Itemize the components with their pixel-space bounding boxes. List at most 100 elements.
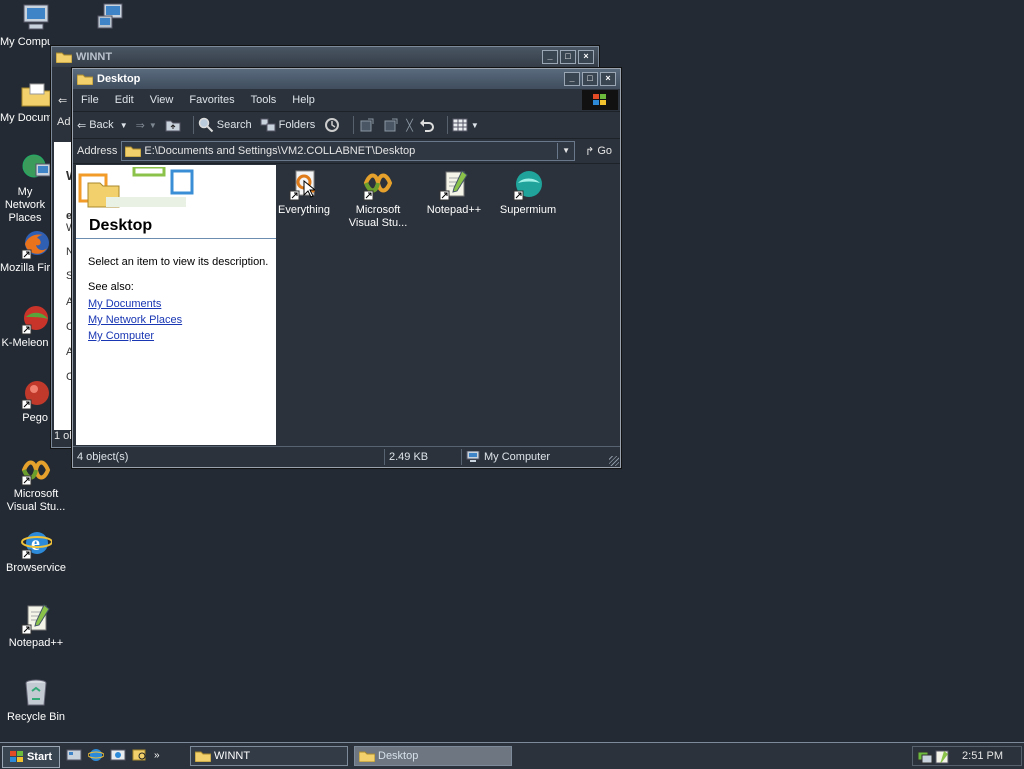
desktop-icon-notepadpp[interactable]: Notepad++ — [0, 603, 72, 650]
file-label: Everything — [278, 204, 330, 216]
outlook-express-icon[interactable] — [110, 747, 126, 763]
folder-icon — [359, 751, 375, 762]
desktop-icon-label: My Network Places — [4, 186, 46, 224]
up-folder-button[interactable] — [165, 118, 181, 132]
quick-launch: » — [66, 747, 160, 763]
menu-file[interactable]: File — [73, 94, 107, 106]
see-also-label: See also: — [88, 281, 134, 293]
file-label: Notepad++ — [426, 204, 482, 216]
folder-documents-icon — [21, 83, 51, 107]
desktop-icon-label: Pego — [22, 412, 48, 424]
move-to-button[interactable] — [358, 117, 376, 133]
minimize-button[interactable]: _ — [542, 50, 558, 64]
system-tray: 2:51 PM — [912, 746, 1022, 766]
desktop-explorer-window[interactable]: Desktop _ □ × File Edit View Favorites T… — [72, 68, 621, 468]
link-my-documents[interactable]: My Documents — [88, 298, 182, 310]
back-button[interactable]: ⇐ Back ▼ — [77, 119, 128, 132]
task-pane: Desktop Select an item to view its descr… — [76, 165, 276, 445]
views-button[interactable]: ▼ — [452, 118, 479, 132]
search-label: Search — [216, 119, 252, 131]
chevron-down-icon[interactable]: ▼ — [149, 121, 157, 130]
desktop-titlebar[interactable]: Desktop _ □ × — [73, 69, 620, 89]
chevron-down-icon[interactable]: ▼ — [120, 121, 128, 130]
folders-icon — [260, 118, 276, 132]
desktop-icon-label: K-Meleon — [1, 337, 49, 349]
copy-to-icon — [384, 118, 398, 132]
address-field[interactable]: E:\Documents and Settings\VM2.COLLABNET\… — [121, 141, 576, 161]
link-my-computer[interactable]: My Computer — [88, 330, 182, 342]
content-area: Desktop Select an item to view its descr… — [76, 165, 617, 445]
search-icon — [198, 117, 213, 133]
maximize-button[interactable]: □ — [560, 50, 576, 64]
folder-icon — [56, 52, 72, 63]
start-button[interactable]: Start — [2, 746, 60, 768]
delete-icon: ╳ — [406, 119, 413, 132]
desktop-icon-visual-studio[interactable]: Microsoft Visual Stu... — [0, 454, 72, 514]
toolbar: ⇐ Back ▼ ⇒ ▼ Search Folders ╳ ▼ — [73, 112, 620, 139]
folder-up-icon — [165, 120, 181, 132]
window-title: Desktop — [97, 73, 141, 85]
go-button[interactable]: ↱ Go — [585, 145, 612, 158]
desktop-icon-evaluator[interactable]: evaluator — [76, 2, 148, 36]
show-desktop-icon[interactable] — [66, 747, 82, 763]
views-icon — [452, 118, 468, 132]
desktop-icon-label: Recycle Bin — [6, 711, 66, 723]
menu-edit[interactable]: Edit — [107, 94, 142, 106]
file-item-visual-studio[interactable]: Microsoft Visual Stu... — [340, 169, 416, 230]
status-bar: 4 object(s) 2.49 KB My Computer — [73, 446, 620, 467]
link-my-network-places[interactable]: My Network Places — [88, 314, 182, 326]
network-tray-icon[interactable] — [917, 750, 933, 764]
desktop-icon-recycle-bin[interactable]: Recycle Bin — [0, 677, 72, 724]
visual-studio-icon — [363, 173, 393, 201]
firefox-icon — [21, 231, 49, 260]
back-arrow-icon: ⇐ — [77, 119, 87, 132]
folders-button[interactable]: Folders — [260, 118, 315, 132]
address-dropdown-button[interactable]: ▼ — [557, 143, 574, 159]
address-value[interactable]: E:\Documents and Settings\VM2.COLLABNET\… — [144, 145, 557, 157]
desktop-icon-label: Browservice — [6, 562, 66, 574]
file-item-supermium[interactable]: Supermium — [490, 169, 566, 217]
desktop-icon-label: Microsoft Visual Stu... — [6, 488, 66, 513]
file-item-notepadpp[interactable]: Notepad++ — [416, 169, 492, 217]
task-pane-description: Select an item to view its description. — [88, 256, 269, 268]
desktop-icon-my-computer[interactable]: My Computer — [0, 2, 72, 49]
task-button-winnt[interactable]: WINNT — [190, 746, 348, 766]
delete-button[interactable]: ╳ — [406, 119, 413, 132]
computer-icon — [466, 451, 480, 462]
menu-tools[interactable]: Tools — [243, 94, 285, 106]
chevron-down-icon: ▼ — [470, 120, 479, 130]
tray-app-icon[interactable] — [935, 750, 949, 764]
quick-launch-overflow[interactable]: » — [154, 750, 160, 761]
undo-icon — [419, 119, 434, 132]
windows-logo-icon — [9, 751, 23, 762]
internet-explorer-icon[interactable] — [88, 747, 104, 763]
winnt-back-arrow[interactable]: ⇐ — [52, 90, 74, 112]
search-button[interactable]: Search — [198, 117, 252, 133]
forward-button[interactable]: ⇒ ▼ — [136, 119, 157, 132]
copy-to-button[interactable] — [382, 117, 400, 133]
desktop-icon-label: My Documents — [0, 112, 50, 124]
winnt-left-pane: W e W N S A C A C — [54, 142, 78, 430]
close-button[interactable]: × — [578, 50, 594, 64]
maximize-button[interactable]: □ — [582, 72, 598, 86]
winnt-titlebar[interactable]: WINNT _ □ × — [52, 47, 598, 67]
supermium-icon — [513, 171, 542, 201]
network-icon — [22, 154, 51, 178]
desktop-icon-browservice[interactable]: e Browservice — [0, 528, 72, 575]
menu-help[interactable]: Help — [284, 94, 323, 106]
minimize-button[interactable]: _ — [564, 72, 580, 86]
task-button-desktop[interactable]: Desktop — [354, 746, 512, 766]
file-label: Microsoft Visual Stu... — [348, 204, 408, 229]
task-label: Desktop — [378, 750, 419, 762]
menu-view[interactable]: View — [142, 94, 182, 106]
clock: 2:51 PM — [962, 750, 1003, 762]
explorer-search-icon[interactable] — [132, 747, 148, 763]
computer-icon — [23, 4, 49, 30]
menu-favorites[interactable]: Favorites — [181, 94, 242, 106]
close-button[interactable]: × — [600, 72, 616, 86]
undo-button[interactable] — [419, 118, 435, 132]
history-button[interactable] — [323, 117, 341, 133]
address-label: Address — [77, 145, 118, 157]
resize-grip[interactable] — [609, 456, 619, 466]
internet-explorer-icon: e — [21, 532, 52, 560]
